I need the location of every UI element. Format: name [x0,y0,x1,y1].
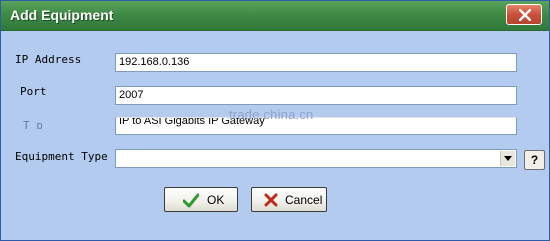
cancel-label: Cancel [285,193,323,207]
title-bar[interactable]: Add Equipment [1,1,549,31]
window-title: Add Equipment [10,7,114,23]
gateway-type-field[interactable]: IP to ASI Gigabits IP Gateway [115,117,517,135]
ip-address-field[interactable]: 192.168.0.136 [115,53,517,72]
chevron-down-icon [504,156,512,161]
equipment-type-select[interactable] [115,149,517,168]
help-button[interactable]: ? [524,150,545,170]
x-icon [264,193,278,207]
dropdown-button[interactable] [500,151,515,166]
gateway-type-label: T p [23,119,43,129]
close-icon [519,9,531,21]
close-button[interactable] [506,4,542,25]
port-field[interactable]: 2007 [115,86,517,105]
cancel-button[interactable]: Cancel [251,187,327,212]
ip-address-label: IP Address [15,53,82,66]
checkmark-icon [183,193,199,208]
add-equipment-dialog: Add Equipment IP Address 192.168.0.136 P… [0,0,550,241]
equipment-type-label: Equipment Type [15,150,108,163]
port-label: Port [20,85,47,98]
ok-button[interactable]: OK [164,187,238,212]
watermark: trade.china.cn [229,107,314,122]
ok-label: OK [207,193,225,207]
